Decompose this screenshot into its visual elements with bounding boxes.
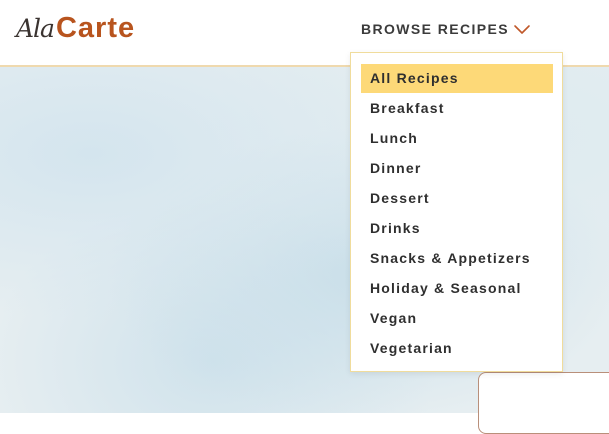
menu-item-vegetarian[interactable]: Vegetarian	[361, 334, 553, 363]
menu-item-lunch[interactable]: Lunch	[361, 124, 553, 153]
menu-item-snacks-appetizers[interactable]: Snacks & Appetizers	[361, 244, 553, 273]
browse-recipes-label: BROWSE RECIPES	[361, 21, 509, 37]
hero-card	[478, 372, 609, 434]
chevron-down-icon	[514, 25, 530, 34]
menu-item-breakfast[interactable]: Breakfast	[361, 94, 553, 123]
logo-script: Ala	[16, 14, 55, 43]
menu-item-drinks[interactable]: Drinks	[361, 214, 553, 243]
menu-item-dinner[interactable]: Dinner	[361, 154, 553, 183]
menu-item-holiday-seasonal[interactable]: Holiday & Seasonal	[361, 274, 553, 303]
menu-item-all-recipes[interactable]: All Recipes	[361, 64, 553, 93]
browse-recipes-button[interactable]: BROWSE RECIPES	[361, 21, 531, 37]
menu-item-dessert[interactable]: Dessert	[361, 184, 553, 213]
site-logo[interactable]: Ala Carte	[16, 12, 135, 48]
menu-item-vegan[interactable]: Vegan	[361, 304, 553, 333]
browse-recipes-dropdown: All Recipes Breakfast Lunch Dinner Desse…	[350, 52, 563, 372]
logo-word: Carte	[55, 12, 136, 44]
